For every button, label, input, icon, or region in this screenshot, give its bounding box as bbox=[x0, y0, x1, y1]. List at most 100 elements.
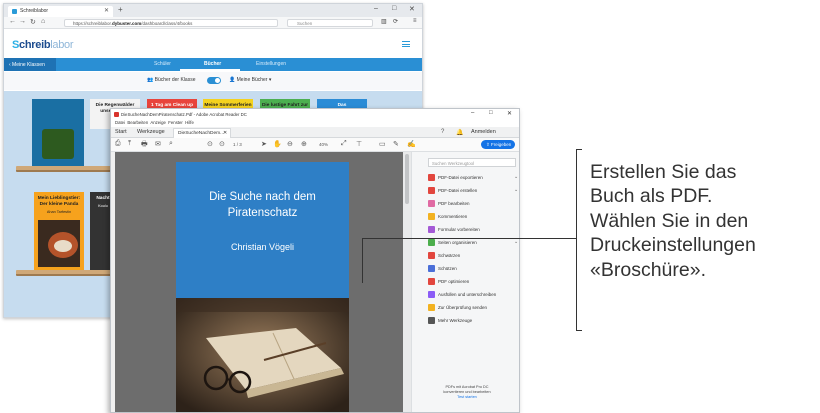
optimize-pdf-icon bbox=[428, 278, 435, 285]
tool-prepare-form[interactable]: Formular vorbereiten bbox=[428, 226, 519, 238]
new-tab-icon[interactable]: + bbox=[118, 5, 123, 14]
book-cover[interactable]: Mein Lieblingstier: Der kleine Panda Aha… bbox=[34, 192, 84, 270]
library-icon[interactable]: ▥ bbox=[381, 18, 387, 25]
fit-page-icon[interactable]: ⤢ bbox=[341, 140, 347, 148]
book-cover-image bbox=[42, 129, 74, 159]
panda-image bbox=[38, 220, 80, 267]
forward-icon[interactable]: → bbox=[19, 18, 26, 25]
menu-anzeige[interactable]: Anzeige bbox=[150, 120, 166, 125]
tab-document[interactable]: DieSucheNachDem... ✕ bbox=[173, 128, 231, 138]
url-path: /dashboard/class/4/books bbox=[141, 21, 193, 26]
back-to-classes-button[interactable]: ‹ Meine Klassen bbox=[4, 58, 56, 71]
close-tab-icon[interactable]: ✕ bbox=[223, 131, 227, 136]
share-button[interactable]: ⇧ Freigeben bbox=[481, 140, 515, 149]
prev-page-icon[interactable]: ⊙ bbox=[207, 140, 213, 148]
zoom-level[interactable]: 40% bbox=[319, 142, 328, 147]
menu-datei[interactable]: Datei bbox=[115, 120, 125, 125]
save-icon[interactable]: ⎙ bbox=[115, 140, 121, 148]
tool-comment[interactable]: Kommentieren bbox=[428, 213, 519, 225]
maximize-icon[interactable]: □ bbox=[392, 5, 396, 12]
sign-icon[interactable]: ✍ bbox=[407, 140, 416, 148]
browser-tab[interactable]: Schreiblabor ✕ bbox=[8, 6, 113, 17]
reload-icon[interactable]: ↻ bbox=[30, 18, 36, 26]
menu-icon[interactable]: ≡ bbox=[413, 18, 417, 24]
chevron-down-icon[interactable]: ⌄ bbox=[514, 239, 518, 245]
tool-send-review[interactable]: Zur Überprüfung senden bbox=[428, 304, 519, 316]
book-author: Ahan Tarfestin bbox=[46, 209, 72, 214]
address-bar[interactable]: https://schreiblabor.dybuster.com/dashbo… bbox=[64, 19, 278, 27]
tools-search-input[interactable]: Suchen Werkzeugtool bbox=[428, 158, 516, 167]
minimize-icon[interactable]: – bbox=[471, 110, 474, 116]
tool-protect[interactable]: Schützen bbox=[428, 265, 519, 277]
tools-pane: Suchen Werkzeugtool PDF-Datei exportiere… bbox=[411, 152, 519, 412]
close-window-icon[interactable]: ✕ bbox=[409, 5, 415, 13]
book-cover[interactable] bbox=[32, 99, 84, 166]
maximize-icon[interactable]: □ bbox=[489, 110, 493, 116]
stamp-icon[interactable]: ⊤ bbox=[356, 140, 362, 148]
acrobat-app-icon bbox=[114, 112, 119, 117]
document-tab-label: DieSucheNachDem... bbox=[178, 131, 225, 136]
acrobat-window-title: DieSucheNachDemPiratenschatz.Pdf - Adobe… bbox=[121, 112, 247, 117]
books-toggle-switch[interactable] bbox=[207, 77, 221, 84]
back-icon[interactable]: ← bbox=[9, 18, 16, 25]
redact-icon bbox=[428, 252, 435, 259]
pen-icon[interactable]: ✎ bbox=[393, 140, 399, 148]
pdf-book-author: Christian Vögeli bbox=[230, 242, 295, 252]
left-panel-toggle[interactable] bbox=[111, 152, 115, 412]
chevron-down-icon[interactable]: ⌄ bbox=[514, 187, 518, 193]
notifications-icon[interactable]: 🔔 bbox=[456, 129, 463, 136]
menu-bearbeiten[interactable]: Bearbeiten bbox=[127, 120, 148, 125]
zoom-in-icon[interactable]: ⊕ bbox=[301, 140, 307, 148]
tool-optimize-pdf[interactable]: PDF optimieren bbox=[428, 278, 519, 290]
close-tab-icon[interactable]: ✕ bbox=[104, 7, 109, 14]
create-pdf-icon bbox=[428, 187, 435, 194]
tool-more-tools[interactable]: Mehr Werkzeuge bbox=[428, 317, 519, 329]
upload-icon[interactable]: ⤒ bbox=[128, 140, 131, 148]
sync-icon[interactable]: ⟳ bbox=[393, 18, 398, 25]
email-icon[interactable]: ✉ bbox=[155, 140, 161, 148]
tool-export-pdf[interactable]: PDF-Datei exportieren ⌄ bbox=[428, 174, 519, 186]
print-icon[interactable]: 🖶 bbox=[141, 140, 148, 151]
schreiblabor-logo[interactable]: Schreiblabor bbox=[12, 39, 74, 51]
edit-pdf-icon bbox=[428, 200, 435, 207]
home-icon[interactable]: ⌂ bbox=[41, 18, 45, 25]
tab-schueler[interactable]: Schüler bbox=[154, 61, 171, 67]
menu-fenster[interactable]: Fenster bbox=[168, 120, 183, 125]
help-icon[interactable]: ? bbox=[441, 129, 444, 135]
zoom-out-icon[interactable]: ⊖ bbox=[287, 140, 293, 148]
select-cursor-icon[interactable]: ➤ bbox=[261, 140, 267, 148]
tool-organize-pages[interactable]: Seiten organisieren ⌄ bbox=[428, 239, 519, 251]
send-review-icon bbox=[428, 304, 435, 311]
tab-buecher[interactable]: Bücher bbox=[204, 61, 221, 67]
tool-fill-sign[interactable]: Ausfüllen und unterschreiben bbox=[428, 291, 519, 303]
document-view[interactable]: Die Suche nach dem Piratenschatz Christi… bbox=[111, 152, 411, 412]
my-books-dropdown[interactable]: 👤 Meine Bücher ▾ bbox=[229, 77, 271, 83]
find-icon[interactable]: ⌕ bbox=[169, 140, 173, 148]
close-window-icon[interactable]: ✕ bbox=[507, 110, 512, 117]
sign-in-link[interactable]: Anmelden bbox=[471, 129, 496, 135]
tab-einstellungen[interactable]: Einstellungen bbox=[256, 61, 286, 67]
browser-tabbar: Schreiblabor ✕ + – □ ✕ bbox=[4, 4, 422, 17]
form-icon bbox=[428, 226, 435, 233]
chevron-down-icon[interactable]: ⌄ bbox=[514, 174, 518, 180]
app-nav: ‹ Meine Klassen Schüler Bücher Einstellu… bbox=[4, 58, 422, 71]
shelf-board bbox=[16, 270, 116, 276]
menu-hilfe[interactable]: Hilfe bbox=[185, 120, 194, 125]
browser-search-input[interactable]: Suchen bbox=[287, 19, 373, 27]
comment-icon[interactable]: ▭ bbox=[379, 140, 386, 148]
page-indicator[interactable]: 1 / 3 bbox=[233, 142, 242, 147]
hand-tool-icon[interactable]: ✋ bbox=[273, 140, 282, 148]
tool-create-pdf[interactable]: PDF-Datei erstellen ⌄ bbox=[428, 187, 519, 199]
hamburger-menu-icon[interactable] bbox=[402, 41, 410, 47]
tab-start[interactable]: Start bbox=[115, 129, 127, 135]
next-page-icon[interactable]: ⊙ bbox=[219, 140, 225, 148]
trial-link[interactable]: Test starten bbox=[418, 395, 516, 400]
minimize-icon[interactable]: – bbox=[374, 5, 378, 12]
book-filter-row: 👥 Bücher der Klasse 👤 Meine Bücher ▾ bbox=[4, 72, 422, 90]
shield-icon bbox=[428, 265, 435, 272]
tab-werkzeuge[interactable]: Werkzeuge bbox=[137, 129, 165, 135]
scrollbar-thumb[interactable] bbox=[405, 154, 409, 204]
tool-redact[interactable]: Schwärzen bbox=[428, 252, 519, 264]
callout-line: Druckeinstellungen bbox=[590, 234, 756, 257]
tool-edit-pdf[interactable]: PDF bearbeiten bbox=[428, 200, 519, 212]
